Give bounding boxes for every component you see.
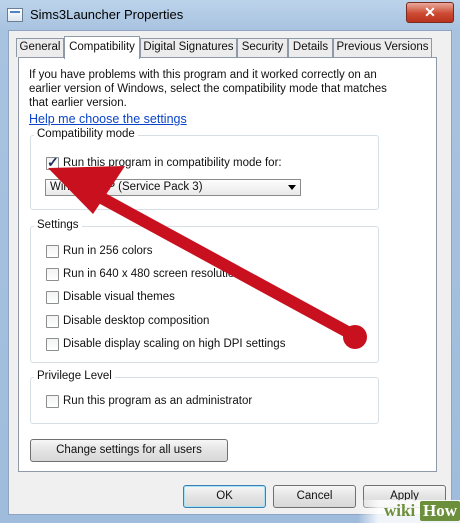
- setting-640x480-label: Run in 640 x 480 screen resolution: [63, 268, 241, 280]
- setting-desktop-composition-checkbox[interactable]: [46, 315, 59, 328]
- tab-compatibility[interactable]: Compatibility: [64, 36, 140, 59]
- wikihow-watermark: wiki How: [358, 500, 460, 523]
- setting-640x480-row[interactable]: Run in 640 x 480 screen resolution: [46, 268, 346, 284]
- tab-details[interactable]: Details: [288, 38, 333, 57]
- checkmark-icon: ✓: [47, 154, 59, 170]
- setting-visual-themes-label: Disable visual themes: [63, 291, 175, 303]
- run-as-admin-label: Run this program as an administrator: [63, 395, 253, 407]
- setting-visual-themes-row[interactable]: Disable visual themes: [46, 291, 346, 307]
- compatibility-mode-checkbox[interactable]: ✓: [46, 154, 59, 170]
- tab-digital-signatures[interactable]: Digital Signatures: [140, 38, 237, 57]
- intro-line: earlier version of Windows, select the c…: [29, 83, 387, 95]
- run-as-admin-checkbox[interactable]: [46, 395, 59, 408]
- window-title: Sims3Launcher Properties: [30, 7, 184, 22]
- change-settings-all-users-button[interactable]: Change settings for all users: [30, 439, 228, 462]
- watermark-how-text: How: [420, 501, 460, 521]
- compatibility-mode-select[interactable]: Windows XP (Service Pack 3): [45, 179, 301, 196]
- setting-256-colors-row[interactable]: Run in 256 colors: [46, 245, 346, 261]
- setting-256-colors-label: Run in 256 colors: [63, 245, 153, 257]
- compatibility-mode-checkbox-row[interactable]: ✓ Run this program in compatibility mode…: [46, 154, 346, 173]
- intro-text: If you have problems with this program a…: [29, 68, 389, 110]
- run-as-admin-row[interactable]: Run this program as an administrator: [46, 395, 346, 411]
- help-choose-settings-link[interactable]: Help me choose the settings: [29, 112, 187, 126]
- setting-640x480-checkbox[interactable]: [46, 268, 59, 281]
- tab-security[interactable]: Security: [237, 38, 288, 57]
- chevron-down-icon: [288, 185, 296, 190]
- cancel-button[interactable]: Cancel: [273, 485, 356, 508]
- setting-dpi-scaling-label: Disable display scaling on high DPI sett…: [63, 338, 286, 350]
- window-app-icon: [7, 8, 23, 22]
- intro-line: If you have problems with this program a…: [29, 69, 377, 81]
- intro-line: that earlier version.: [29, 97, 127, 109]
- compatibility-mode-select-value: Windows XP (Service Pack 3): [50, 181, 203, 193]
- setting-dpi-scaling-row[interactable]: Disable display scaling on high DPI sett…: [46, 338, 366, 354]
- setting-256-colors-checkbox[interactable]: [46, 245, 59, 258]
- setting-desktop-composition-row[interactable]: Disable desktop composition: [46, 315, 346, 331]
- compatibility-mode-label: Compatibility mode: [34, 128, 138, 140]
- setting-desktop-composition-label: Disable desktop composition: [63, 315, 210, 327]
- tab-general[interactable]: General: [16, 38, 64, 57]
- title-bar[interactable]: Sims3Launcher Properties ✕: [0, 0, 460, 30]
- privilege-level-label: Privilege Level: [34, 370, 115, 382]
- setting-dpi-scaling-checkbox[interactable]: [46, 338, 59, 351]
- close-button[interactable]: ✕: [406, 2, 454, 23]
- watermark-wiki-text: wiki: [384, 501, 416, 520]
- tab-previous-versions[interactable]: Previous Versions: [333, 38, 432, 57]
- setting-visual-themes-checkbox[interactable]: [46, 291, 59, 304]
- ok-button[interactable]: OK: [183, 485, 266, 508]
- compatibility-mode-checkbox-label: Run this program in compatibility mode f…: [63, 157, 282, 169]
- settings-group-label: Settings: [34, 219, 82, 231]
